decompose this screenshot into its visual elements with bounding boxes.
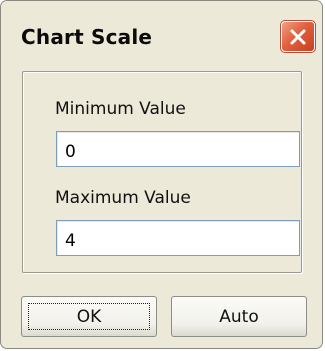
ok-button-label: OK [76, 306, 102, 327]
title-bar[interactable]: Chart Scale [1, 1, 322, 69]
maximum-value-input[interactable] [56, 220, 300, 256]
minimum-value-input[interactable] [56, 131, 300, 167]
auto-button-label: Auto [219, 306, 259, 327]
close-button[interactable] [280, 20, 316, 53]
minimum-value-label: Minimum Value [55, 99, 186, 119]
close-icon [288, 27, 308, 47]
auto-button[interactable]: Auto [171, 296, 307, 337]
dialog-title: Chart Scale [21, 25, 153, 49]
chart-scale-dialog: Chart Scale Minimum Value Maximum Value … [0, 0, 323, 349]
ok-button[interactable]: OK [21, 296, 157, 337]
maximum-value-label: Maximum Value [55, 188, 191, 208]
